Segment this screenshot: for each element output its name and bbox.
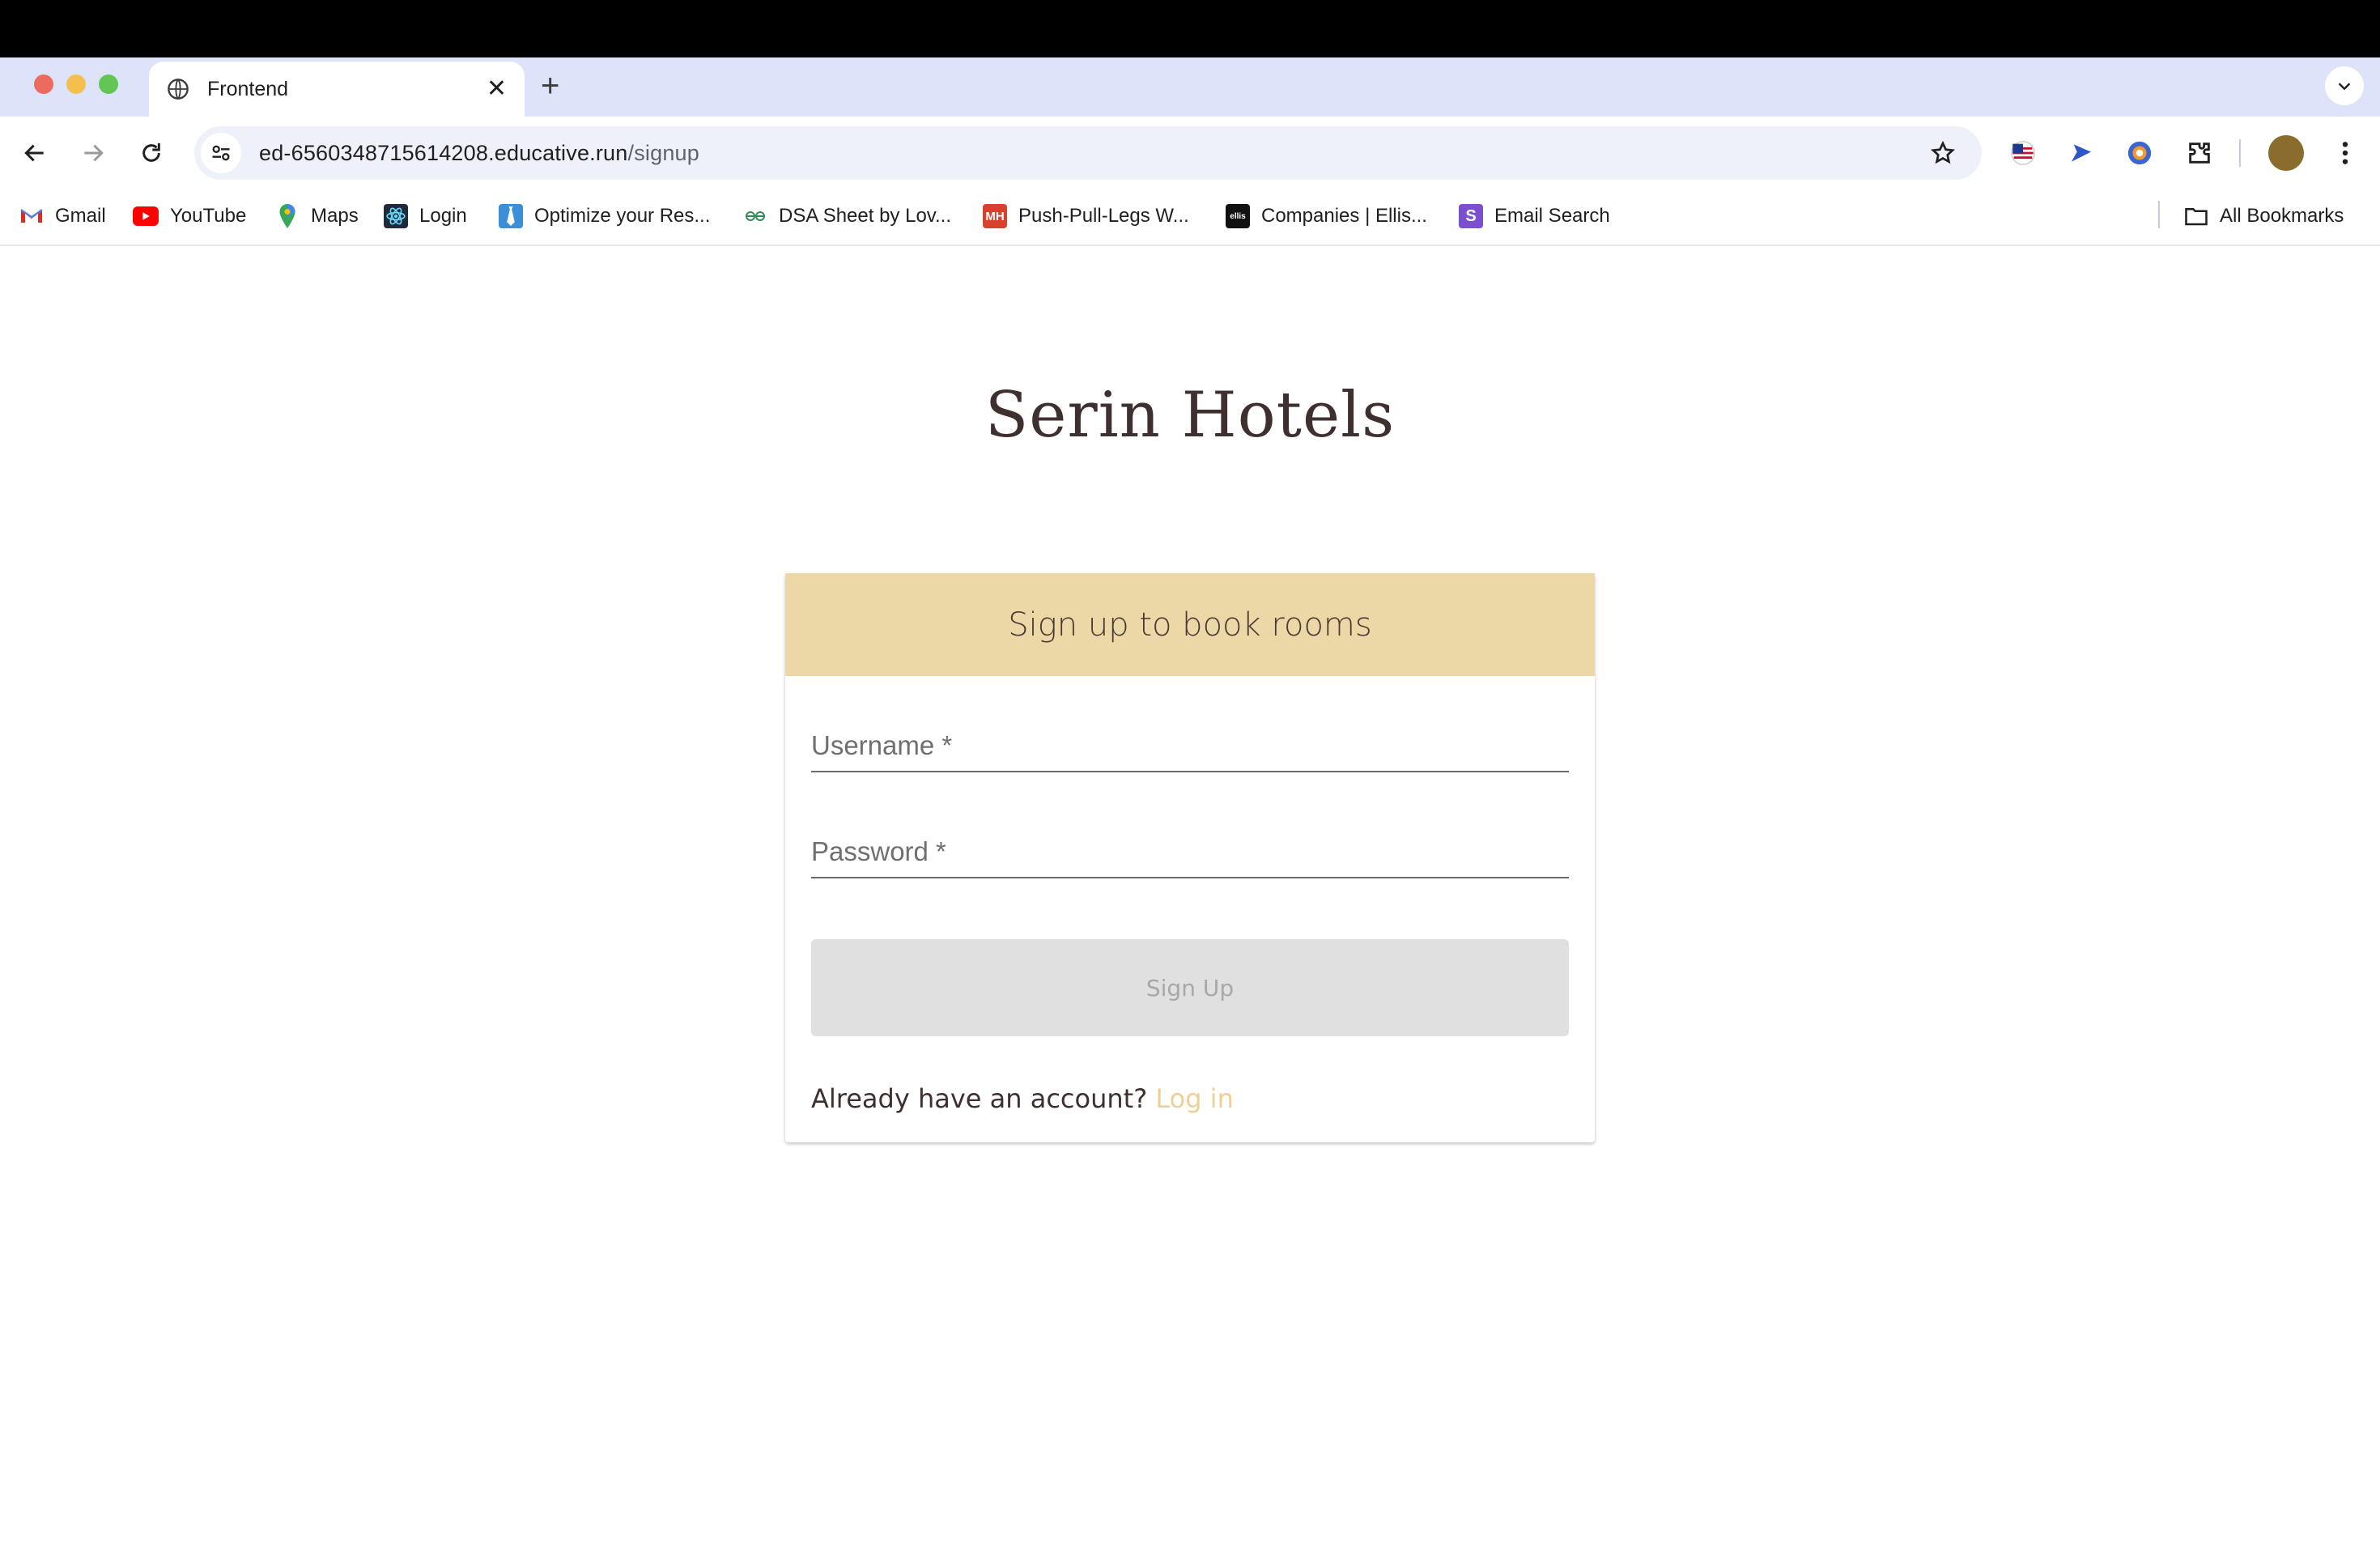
username-input[interactable]: [811, 730, 1569, 766]
bookmark-label: DSA Sheet by Lov...: [779, 205, 952, 227]
youtube-icon: [133, 206, 159, 226]
flag-extension-icon[interactable]: [2008, 138, 2038, 168]
bookmark-label: Login: [419, 205, 467, 227]
url-host: ed-6560348715614208.educative.run: [259, 140, 628, 165]
globe-icon: [167, 78, 189, 100]
bookmark-star-icon[interactable]: [1927, 137, 1959, 169]
maps-icon: [275, 204, 300, 228]
kebab-menu-icon[interactable]: [2330, 138, 2361, 168]
bookmark-gmail[interactable]: Gmail: [19, 201, 106, 232]
react-icon: [384, 204, 408, 228]
color-extension-icon[interactable]: [2124, 138, 2155, 168]
os-menubar: [0, 0, 2380, 57]
reload-button[interactable]: [136, 138, 167, 168]
bookmark-optimize[interactable]: Optimize your Res...: [499, 201, 710, 232]
tie-icon: [499, 204, 523, 228]
arrow-right-icon: [84, 144, 104, 162]
all-bookmarks-label: All Bookmarks: [2220, 205, 2344, 227]
url-path: /signup: [627, 140, 699, 165]
bookmark-dsa-sheet[interactable]: DSA Sheet by Lov...: [743, 201, 951, 232]
toolbar-divider: [2239, 139, 2241, 167]
bookmark-label: Companies | Ellis...: [1261, 205, 1427, 227]
close-window-button[interactable]: [34, 74, 53, 94]
bookmark-label: Push-Pull-Legs W...: [1018, 205, 1189, 227]
close-tab-icon[interactable]: ✕: [487, 77, 507, 101]
minimize-window-button[interactable]: [66, 74, 86, 94]
bookmark-label: Email Search: [1494, 205, 1610, 227]
site-info-icon[interactable]: [201, 133, 241, 173]
site-title: Serin Hotels: [984, 379, 1396, 452]
link-icon: [743, 204, 767, 228]
back-button[interactable]: [19, 138, 50, 168]
bookmark-label: YouTube: [170, 205, 247, 227]
username-field[interactable]: Username *: [811, 724, 1569, 772]
chevron-down-icon: [2338, 83, 2351, 91]
tab-title: Frontend: [207, 77, 289, 100]
login-link[interactable]: Log in: [1155, 1083, 1234, 1114]
all-bookmarks-button[interactable]: All Bookmarks: [2184, 201, 2344, 232]
url-text: ed-6560348715614208.educative.run/signup: [259, 141, 1927, 166]
browser-tab[interactable]: Frontend ✕: [149, 62, 525, 117]
card-header-title: Sign up to book rooms: [1008, 606, 1372, 644]
forward-button[interactable]: [78, 138, 108, 168]
login-prompt: Already have an account? Log in: [811, 1083, 1234, 1114]
puzzle-extensions-icon[interactable]: [2184, 138, 2215, 168]
folder-icon: [2184, 204, 2208, 228]
signup-button[interactable]: Sign Up: [811, 939, 1569, 1036]
bookmark-companies[interactable]: ellis Companies | Ellis...: [1226, 201, 1427, 232]
already-text: Already have an account?: [811, 1083, 1148, 1114]
card-header: Sign up to book rooms: [785, 573, 1595, 676]
plus-icon[interactable]: +: [541, 70, 559, 102]
bookmarks-divider: [2158, 201, 2160, 228]
bookmark-label: Gmail: [55, 205, 106, 227]
bookmark-maps[interactable]: Maps: [275, 201, 359, 232]
bookmark-email-search[interactable]: S Email Search: [1459, 201, 1610, 232]
bookmark-login[interactable]: Login: [384, 201, 467, 232]
maximize-window-button[interactable]: [99, 74, 118, 94]
address-bar[interactable]: ed-6560348715614208.educative.run/signup: [194, 126, 1982, 180]
arrow-left-icon: [24, 144, 44, 162]
bookmark-push-pull-legs[interactable]: MH Push-Pull-Legs W...: [983, 201, 1189, 232]
bookmark-youtube[interactable]: YouTube: [133, 201, 246, 232]
gmail-icon: [19, 204, 44, 228]
mh-icon: MH: [983, 204, 1007, 228]
send-extension-icon[interactable]: [2066, 138, 2097, 168]
bookmark-label: Maps: [311, 205, 359, 227]
password-field[interactable]: Password *: [811, 830, 1569, 878]
bookmark-label: Optimize your Res...: [534, 205, 711, 227]
profile-avatar[interactable]: [2268, 135, 2304, 171]
s-icon: S: [1459, 204, 1483, 228]
ellis-icon: ellis: [1226, 204, 1250, 228]
password-input[interactable]: [811, 836, 1569, 872]
reload-icon: [142, 143, 160, 162]
tab-search-button[interactable]: [2325, 66, 2364, 105]
